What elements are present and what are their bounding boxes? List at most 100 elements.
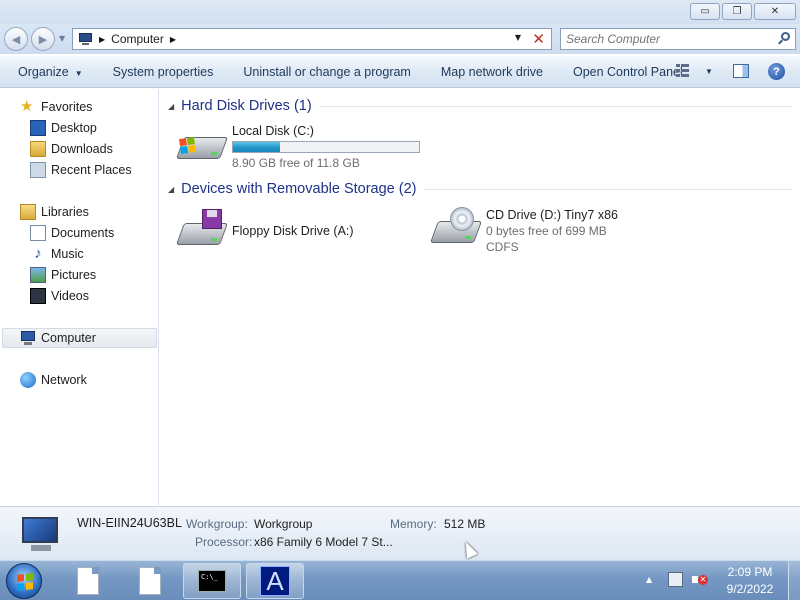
preview-pane-icon[interactable] xyxy=(733,64,749,78)
taskbar-item-command-prompt[interactable]: C:\_ xyxy=(183,563,241,599)
workgroup-value: Workgroup xyxy=(254,517,313,531)
document-icon xyxy=(139,567,161,595)
drive-cd-d[interactable]: CD Drive (D:) Tiny7 x86 0 bytes free of … xyxy=(429,207,618,255)
chevron-down-icon: ▼ xyxy=(74,68,83,78)
drive-floppy-a[interactable]: Floppy Disk Drive (A:) xyxy=(175,209,354,247)
show-desktop-button[interactable] xyxy=(788,561,800,600)
sidebar-item-documents[interactable]: Documents xyxy=(30,223,114,243)
sidebar-item-downloads[interactable]: Downloads xyxy=(30,139,113,159)
minimize-button[interactable]: ▭ xyxy=(690,3,720,20)
sidebar-item-computer[interactable]: Computer xyxy=(2,328,157,348)
taskbar-item-document[interactable] xyxy=(70,563,106,599)
view-icon xyxy=(676,64,690,78)
downloads-folder-icon xyxy=(30,141,46,157)
organize-button[interactable]: Organize ▼ xyxy=(0,65,98,79)
show-hidden-icons-icon[interactable]: ▲ xyxy=(646,575,652,584)
navigation-pane: ★ Favorites Desktop Downloads Recent Pla… xyxy=(0,89,159,505)
documents-icon xyxy=(30,225,46,241)
sidebar-item-music[interactable]: ♪ Music xyxy=(30,244,84,264)
address-dropdown-icon[interactable]: ▼ xyxy=(515,33,521,42)
breadcrumb-arrow-icon[interactable]: ▶ xyxy=(170,35,176,44)
search-box[interactable] xyxy=(560,28,796,50)
chevron-down-icon: ▼ xyxy=(705,66,713,76)
group-header-hard-disk-drives[interactable]: ◢ Hard Disk Drives (1) xyxy=(168,96,792,116)
taskbar-item-document[interactable] xyxy=(132,563,168,599)
drive-local-disk-c[interactable]: Local Disk (C:) 8.90 GB free of 11.8 GB xyxy=(175,123,420,171)
sidebar-item-pictures[interactable]: Pictures xyxy=(30,265,96,285)
start-button[interactable] xyxy=(6,563,42,599)
floppy-drive-icon xyxy=(175,209,229,247)
hard-drive-icon xyxy=(175,123,229,161)
command-prompt-icon: C:\_ xyxy=(198,570,226,592)
drive-file-system: CDFS xyxy=(486,240,519,254)
group-divider xyxy=(424,188,792,190)
collapse-triangle-icon[interactable]: ◢ xyxy=(168,185,174,194)
help-icon[interactable]: ? xyxy=(768,63,785,80)
clock-time: 2:09 PM xyxy=(727,565,773,579)
computer-icon xyxy=(20,330,36,346)
details-pane: WIN-EIIN24U63BL Workgroup: Workgroup Mem… xyxy=(0,506,800,560)
network-icon xyxy=(20,372,36,388)
group-title: Hard Disk Drives (1) xyxy=(181,98,312,114)
restore-button[interactable]: ❐ xyxy=(722,3,752,20)
sidebar-item-favorites[interactable]: ★ Favorites xyxy=(20,97,92,117)
drive-name: CD Drive (D:) Tiny7 x86 xyxy=(486,208,618,222)
forward-button[interactable]: ▶ xyxy=(31,27,55,51)
network-tray-icon[interactable] xyxy=(668,572,683,587)
sidebar-item-network[interactable]: Network xyxy=(20,370,87,390)
sidebar-item-label: Libraries xyxy=(41,205,89,219)
map-network-drive-button[interactable]: Map network drive xyxy=(426,65,558,79)
address-bar[interactable]: ▶ Computer ▶ ▼ ✕ xyxy=(72,28,552,50)
search-input[interactable] xyxy=(566,32,776,46)
breadcrumb-computer[interactable]: Computer xyxy=(111,32,164,46)
back-button[interactable]: ◀ xyxy=(4,27,28,51)
star-icon: ★ xyxy=(20,98,34,115)
drive-free-space: 0 bytes free of 699 MB xyxy=(486,224,607,238)
sidebar-item-label: Favorites xyxy=(41,100,93,114)
sidebar-item-label: Pictures xyxy=(51,268,97,282)
clear-address-icon[interactable]: ✕ xyxy=(532,30,545,48)
workgroup-label: Workgroup: xyxy=(186,517,248,531)
clock-date: 9/2/2022 xyxy=(726,582,774,596)
title-bar: ▭ ❐ ✕ xyxy=(0,0,800,24)
libraries-icon xyxy=(20,204,36,220)
breadcrumb-arrow-icon[interactable]: ▶ xyxy=(99,35,105,44)
windows-logo-icon xyxy=(17,573,33,591)
sidebar-item-label: Music xyxy=(51,247,84,261)
sidebar-item-label: Downloads xyxy=(51,142,113,156)
collapse-triangle-icon[interactable]: ◢ xyxy=(168,102,174,111)
cd-drive-icon xyxy=(429,207,483,245)
taskbar-item-app[interactable]: A xyxy=(246,563,304,599)
capacity-bar xyxy=(232,141,420,153)
sidebar-item-desktop[interactable]: Desktop xyxy=(30,118,97,138)
uninstall-program-button[interactable]: Uninstall or change a program xyxy=(228,65,425,79)
close-button[interactable]: ✕ xyxy=(754,3,796,20)
system-properties-button[interactable]: System properties xyxy=(98,65,229,79)
desktop-icon xyxy=(30,120,46,136)
address-row: ◀ ▶ ▼ ▶ Computer ▶ ▼ ✕ xyxy=(0,24,800,54)
search-icon[interactable] xyxy=(777,32,790,46)
content-pane: ◢ Hard Disk Drives (1) Local Disk (C:) 8… xyxy=(160,89,800,505)
system-clock[interactable]: 2:09 PM 9/2/2022 xyxy=(712,564,788,598)
volume-muted-icon[interactable]: ✕ xyxy=(692,572,708,587)
back-arrow-icon: ◀ xyxy=(11,32,21,46)
sidebar-item-videos[interactable]: Videos xyxy=(30,286,89,306)
organize-label: Organize xyxy=(18,64,69,79)
sidebar-item-label: Videos xyxy=(51,289,89,303)
recent-places-icon xyxy=(30,162,46,178)
group-title: Devices with Removable Storage (2) xyxy=(181,181,417,197)
recent-pages-dropdown-icon[interactable]: ▼ xyxy=(59,34,65,43)
group-header-removable-storage[interactable]: ◢ Devices with Removable Storage (2) xyxy=(168,179,792,199)
sidebar-item-label: Computer xyxy=(41,331,96,345)
sidebar-item-label: Network xyxy=(41,373,87,387)
command-bar: Organize ▼ System properties Uninstall or… xyxy=(0,56,800,88)
sidebar-item-libraries[interactable]: Libraries xyxy=(20,202,89,222)
memory-value: 512 MB xyxy=(444,517,486,531)
sidebar-item-recent-places[interactable]: Recent Places xyxy=(30,160,132,180)
change-view-button[interactable]: ▼ xyxy=(676,64,713,78)
drive-name: Floppy Disk Drive (A:) xyxy=(232,224,354,238)
drive-name: Local Disk (C:) xyxy=(232,124,314,138)
group-divider xyxy=(319,105,792,107)
taskbar: C:\_ A ▲ ✕ 2:09 PM 9/2/2022 xyxy=(0,560,800,600)
processor-label: Processor: xyxy=(195,535,253,549)
